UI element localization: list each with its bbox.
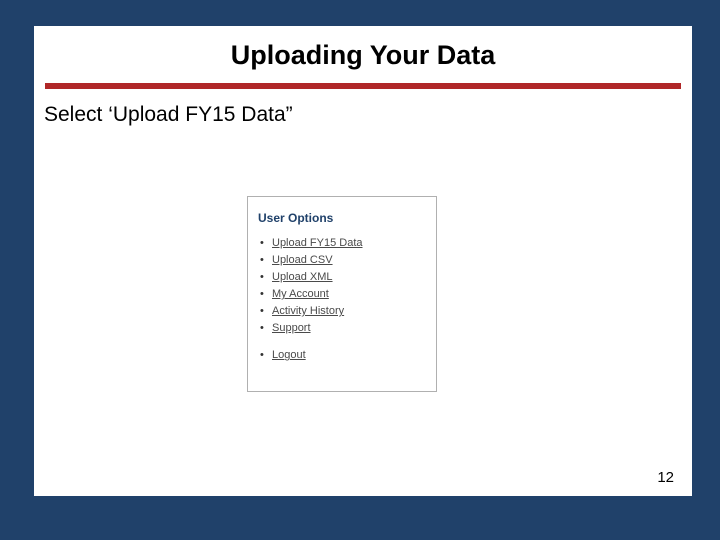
upload-csv-link[interactable]: Upload CSV: [272, 254, 333, 266]
list-item: Upload CSV: [272, 252, 426, 269]
user-options-panel: User Options Upload FY15 Data Upload CSV…: [247, 196, 437, 392]
page-number: 12: [657, 469, 674, 486]
instruction-text: Select ‘Upload FY15 Data”: [34, 103, 692, 127]
upload-xml-link[interactable]: Upload XML: [272, 271, 333, 283]
list-item: Upload XML: [272, 269, 426, 286]
slide: Uploading Your Data Select ‘Upload FY15 …: [34, 26, 692, 496]
list-item: Logout: [272, 347, 426, 364]
upload-fy15-link[interactable]: Upload FY15 Data: [272, 237, 363, 249]
user-options-list-logout: Logout: [258, 347, 426, 364]
list-item: Upload FY15 Data: [272, 235, 426, 252]
divider: [45, 83, 681, 89]
my-account-link[interactable]: My Account: [272, 288, 329, 300]
activity-history-link[interactable]: Activity History: [272, 305, 344, 317]
support-link[interactable]: Support: [272, 322, 311, 334]
user-options-heading: User Options: [258, 211, 426, 225]
list-item: My Account: [272, 286, 426, 303]
slide-title: Uploading Your Data: [34, 26, 692, 83]
user-options-list: Upload FY15 Data Upload CSV Upload XML M…: [258, 235, 426, 337]
list-item: Support: [272, 320, 426, 337]
logout-link[interactable]: Logout: [272, 349, 306, 361]
list-item: Activity History: [272, 303, 426, 320]
